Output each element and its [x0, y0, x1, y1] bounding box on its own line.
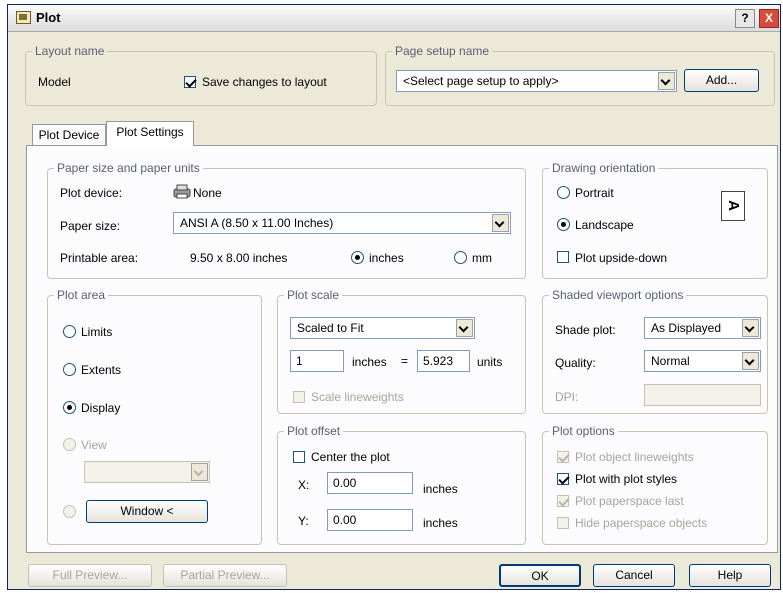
title-bar[interactable]: Plot ? X — [8, 5, 780, 32]
equals-sign: = — [401, 354, 409, 368]
window-pick-button[interactable]: Window < — [86, 500, 208, 523]
plot-offset-group-label: Plot offset — [287, 424, 341, 438]
plot-device-value: None — [193, 186, 222, 200]
printable-area-label: Printable area: — [60, 251, 139, 265]
scale-lineweights-checkbox[interactable] — [293, 391, 305, 403]
shaded-viewport-group-label: Shaded viewport options — [552, 288, 684, 302]
layout-name-value: Model — [38, 75, 71, 89]
extents-label: Extents — [81, 363, 122, 377]
plot-app-icon — [16, 11, 31, 24]
window-radio[interactable] — [63, 505, 76, 518]
orientation-group-label: Drawing orientation — [552, 161, 656, 175]
offset-x-label: X: — [298, 478, 310, 492]
scale-inches-label: inches — [352, 355, 387, 369]
help-button[interactable]: Help — [689, 564, 771, 587]
layout-name-group-label: Layout name — [35, 44, 105, 58]
limits-label: Limits — [81, 325, 113, 339]
tab-plot-settings[interactable]: Plot Settings — [106, 121, 194, 146]
chevron-down-icon[interactable] — [456, 319, 473, 337]
plotter-icon — [173, 184, 191, 199]
unit-mm-label: mm — [472, 251, 492, 265]
offset-x-input[interactable]: 0.00 — [327, 472, 413, 494]
plot-dialog: Plot ? X Layout name Model Save changes … — [7, 4, 781, 590]
upside-down-label: Plot upside-down — [575, 251, 668, 265]
unit-inches-label: inches — [369, 251, 404, 265]
save-changes-label: Save changes to layout — [202, 75, 327, 89]
unit-mm-radio[interactable] — [454, 251, 467, 264]
object-lineweights-checkbox[interactable] — [557, 451, 569, 463]
printable-area-value: 9.50 x 8.00 inches — [190, 251, 288, 265]
plot-settings-panel: Paper size and paper units Plot device: … — [26, 145, 778, 553]
cancel-button[interactable]: Cancel — [593, 564, 675, 587]
scale-lineweights-label: Scale lineweights — [311, 390, 404, 404]
upside-down-checkbox[interactable] — [557, 251, 569, 263]
paper-size-select-value: ANSI A (8.50 x 11.00 Inches) — [180, 216, 334, 230]
plot-device-label: Plot device: — [60, 186, 123, 200]
plot-options-group-label: Plot options — [552, 424, 615, 438]
hide-paperspace-checkbox[interactable] — [557, 517, 569, 529]
save-changes-checkbox[interactable] — [184, 76, 196, 88]
help-title-button[interactable]: ? — [735, 9, 755, 28]
offset-y-unit: inches — [423, 516, 458, 530]
scale-units-label: units — [477, 355, 503, 369]
portrait-radio[interactable] — [557, 186, 570, 199]
chevron-down-icon[interactable] — [492, 214, 509, 232]
view-select[interactable] — [84, 461, 210, 483]
dpi-label: DPI: — [555, 390, 579, 404]
view-radio[interactable] — [63, 438, 76, 451]
window-title: Plot — [36, 10, 61, 25]
paper-size-group-label: Paper size and paper units — [57, 161, 200, 175]
center-plot-checkbox[interactable] — [293, 451, 305, 463]
offset-y-label: Y: — [298, 514, 309, 528]
shade-plot-select-value: As Displayed — [651, 321, 722, 335]
extents-radio[interactable] — [63, 363, 76, 376]
partial-preview-button[interactable]: Partial Preview... — [163, 564, 287, 587]
offset-x-unit: inches — [423, 482, 458, 496]
chevron-down-icon[interactable] — [742, 319, 759, 337]
landscape-label: Landscape — [575, 218, 634, 232]
plot-area-group-label: Plot area — [57, 288, 106, 302]
limits-radio[interactable] — [63, 325, 76, 338]
add-page-setup-button[interactable]: Add... — [684, 69, 759, 92]
plot-scale-group-label: Plot scale — [287, 288, 340, 302]
orientation-letter: A — [724, 200, 742, 211]
page-setup-group-label: Page setup name — [395, 44, 490, 58]
landscape-radio[interactable] — [557, 218, 570, 231]
plot-styles-label: Plot with plot styles — [575, 472, 678, 486]
portrait-label: Portrait — [575, 186, 614, 200]
quality-select[interactable]: Normal — [644, 350, 761, 372]
hide-paperspace-label: Hide paperspace objects — [575, 516, 708, 530]
quality-select-value: Normal — [651, 354, 690, 368]
paper-size-label: Paper size: — [60, 219, 121, 233]
full-preview-button[interactable]: Full Preview... — [28, 564, 152, 587]
object-lineweights-label: Plot object lineweights — [575, 450, 694, 464]
chevron-down-icon[interactable] — [658, 72, 675, 90]
offset-y-input[interactable]: 0.00 — [327, 509, 413, 531]
chevron-down-icon[interactable] — [191, 463, 208, 481]
scale-units-input[interactable]: 5.923 — [417, 350, 470, 372]
center-plot-label: Center the plot — [311, 450, 390, 464]
chevron-down-icon[interactable] — [742, 352, 759, 370]
dpi-input[interactable] — [644, 384, 761, 406]
scale-select-value: Scaled to Fit — [297, 321, 364, 335]
view-label: View — [81, 438, 107, 452]
page-setup-select-value: <Select page setup to apply> — [403, 74, 559, 88]
page-setup-select[interactable]: <Select page setup to apply> — [396, 70, 677, 92]
scale-select[interactable]: Scaled to Fit — [290, 317, 475, 339]
unit-inches-radio[interactable] — [351, 251, 364, 264]
paperspace-last-label: Plot paperspace last — [575, 494, 684, 508]
display-radio[interactable] — [63, 401, 76, 414]
landscape-orientation-icon: A — [721, 191, 745, 221]
close-button[interactable]: X — [759, 9, 779, 28]
display-label: Display — [81, 401, 121, 415]
paperspace-last-checkbox[interactable] — [557, 495, 569, 507]
scale-inches-input[interactable]: 1 — [290, 350, 344, 372]
paper-size-select[interactable]: ANSI A (8.50 x 11.00 Inches) — [173, 212, 511, 234]
tab-plot-device[interactable]: Plot Device — [32, 124, 106, 146]
shade-plot-label: Shade plot: — [555, 323, 616, 337]
plot-styles-checkbox[interactable] — [557, 473, 569, 485]
ok-button[interactable]: OK — [499, 564, 581, 587]
shade-plot-select[interactable]: As Displayed — [644, 317, 761, 339]
quality-label: Quality: — [555, 356, 596, 370]
